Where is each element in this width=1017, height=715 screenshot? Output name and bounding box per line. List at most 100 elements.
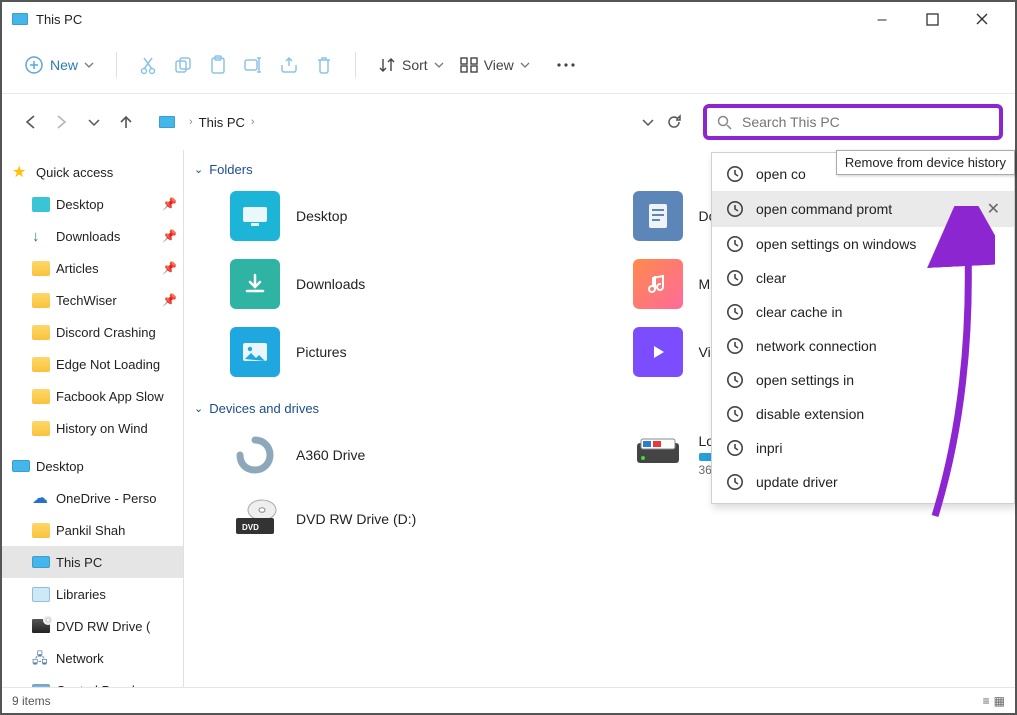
search-history-item[interactable]: update driver (712, 465, 1014, 499)
history-icon (726, 269, 744, 287)
app-icon (12, 13, 28, 25)
sidebar-item-techwiser[interactable]: TechWiser 📌 (2, 284, 183, 316)
documents-folder-icon (633, 191, 683, 241)
downloads-folder-icon (230, 259, 280, 309)
search-box[interactable] (703, 104, 1003, 140)
download-icon (32, 229, 50, 244)
cut-button[interactable] (131, 49, 165, 81)
tooltip-remove-history: Remove from device history (836, 150, 1015, 175)
copy-button[interactable] (165, 49, 201, 81)
folder-icon (32, 293, 50, 308)
folder-icon (32, 357, 50, 372)
sidebar-item-user[interactable]: Pankil Shah (2, 514, 183, 546)
breadcrumb-this-pc[interactable]: This PC (199, 115, 245, 130)
sidebar-item-history[interactable]: History on Wind (2, 412, 183, 444)
share-button[interactable] (271, 50, 307, 80)
star-icon (12, 165, 30, 180)
sidebar-item-dvd[interactable]: DVD RW Drive ( (2, 610, 183, 642)
view-label: View (484, 57, 514, 73)
delete-button[interactable] (307, 49, 341, 81)
forward-button[interactable] (46, 106, 78, 138)
sidebar-item-onedrive[interactable]: OneDrive - Perso (2, 482, 183, 514)
history-text: network connection (756, 338, 877, 354)
window-title: This PC (36, 12, 82, 27)
folder-downloads[interactable]: Downloads (230, 259, 603, 309)
history-icon (726, 337, 744, 355)
cloud-icon (32, 491, 50, 506)
search-history-dropdown: open co open command promt ✕ open settin… (711, 152, 1015, 504)
history-text: open command promt (756, 201, 892, 217)
close-button[interactable] (957, 2, 1007, 36)
pin-icon: 📌 (162, 293, 177, 307)
history-icon (726, 473, 744, 491)
search-history-item[interactable]: inpri (712, 431, 1014, 465)
more-button[interactable] (548, 56, 584, 74)
rename-button[interactable] (235, 50, 271, 80)
recent-button[interactable] (78, 106, 110, 138)
label: Facbook App Slow (56, 389, 164, 404)
videos-folder-icon (633, 327, 683, 377)
sidebar-item-downloads[interactable]: Downloads 📌 (2, 220, 183, 252)
paste-button[interactable] (201, 49, 235, 81)
sidebar-item-network[interactable]: Network (2, 642, 183, 674)
search-icon (717, 115, 732, 130)
tiles-view-icon[interactable]: ▦ (994, 694, 1005, 708)
sidebar-item-quick-access[interactable]: Quick access (2, 156, 183, 188)
sidebar-item-libraries[interactable]: Libraries (2, 578, 183, 610)
back-button[interactable] (14, 106, 46, 138)
local-disk-icon (633, 435, 683, 475)
up-button[interactable] (110, 106, 142, 138)
search-history-item[interactable]: open settings in (712, 363, 1014, 397)
minimize-button[interactable]: — (857, 2, 907, 36)
folder-icon (32, 421, 50, 436)
sidebar-item-desktop[interactable]: Desktop 📌 (2, 188, 183, 220)
history-text: clear (756, 270, 786, 286)
history-text: open settings on windows (756, 236, 916, 252)
pc-icon (32, 556, 50, 568)
sidebar-item-articles[interactable]: Articles 📌 (2, 252, 183, 284)
folder-desktop[interactable]: Desktop (230, 191, 603, 241)
pin-icon: 📌 (162, 197, 177, 211)
chevron-right-icon[interactable]: › (189, 116, 193, 128)
sidebar-item-discord[interactable]: Discord Crashing (2, 316, 183, 348)
details-view-icon[interactable]: ≡ (983, 694, 990, 708)
sort-button[interactable]: Sort (370, 50, 452, 80)
sidebar-item-edge[interactable]: Edge Not Loading (2, 348, 183, 380)
history-text: disable extension (756, 406, 864, 422)
drive-a360[interactable]: A360 Drive (230, 430, 603, 480)
folder-icon (32, 261, 50, 276)
search-history-item[interactable]: disable extension (712, 397, 1014, 431)
title-bar: This PC — (2, 2, 1015, 36)
address-bar[interactable]: › This PC › (150, 105, 691, 139)
sidebar-item-facbook[interactable]: Facbook App Slow (2, 380, 183, 412)
refresh-icon[interactable] (666, 114, 682, 130)
search-history-item[interactable]: open command promt ✕ (712, 191, 1014, 227)
search-history-item[interactable]: clear (712, 261, 1014, 295)
search-history-item[interactable]: open settings on windows (712, 227, 1014, 261)
sidebar-item-controlpanel[interactable]: Control Panel (2, 674, 183, 687)
toolbar: New Sort View (2, 36, 1015, 94)
new-label: New (50, 57, 78, 73)
folder-pictures[interactable]: Pictures (230, 327, 603, 377)
pc-icon (159, 116, 175, 128)
sidebar-item-desktop-root[interactable]: Desktop (2, 450, 183, 482)
chevron-right-icon[interactable]: › (251, 116, 255, 128)
maximize-button[interactable] (907, 2, 957, 36)
history-icon (726, 439, 744, 457)
remove-history-icon[interactable]: ✕ (987, 199, 1000, 219)
view-button[interactable]: View (452, 51, 538, 79)
address-dropdown-icon[interactable] (642, 116, 654, 128)
history-icon (726, 200, 744, 218)
history-icon (726, 405, 744, 423)
search-input[interactable] (742, 114, 989, 130)
search-history-item[interactable]: network connection (712, 329, 1014, 363)
drive-dvd[interactable]: DVD DVD RW Drive (D:) (230, 498, 603, 540)
search-history-item[interactable]: clear cache in (712, 295, 1014, 329)
new-button[interactable]: New (16, 49, 102, 81)
sidebar-item-this-pc[interactable]: This PC (2, 546, 183, 578)
history-text: inpri (756, 440, 782, 456)
item-count: 9 items (12, 694, 51, 708)
desktop-folder-icon (230, 191, 280, 241)
item-label: A360 Drive (296, 447, 365, 463)
label: Downloads (56, 229, 120, 244)
